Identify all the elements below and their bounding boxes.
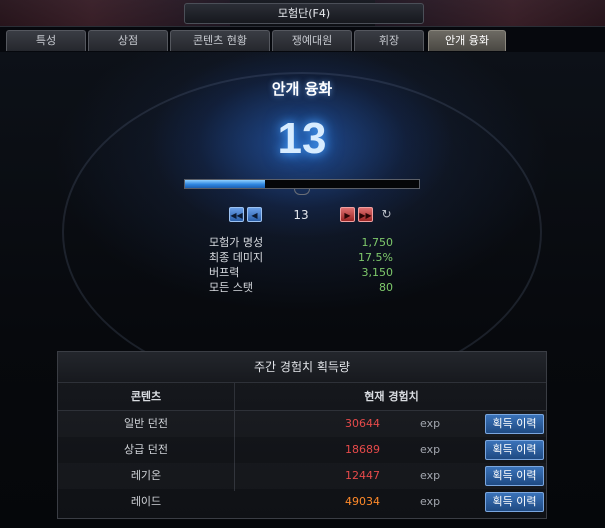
tab-emblem[interactable]: 휘장 (354, 30, 424, 51)
level-navigator: ◀◀ ◀ 13 ▶ ▶▶ ↻ (229, 207, 399, 223)
column-header-exp: 현재 경험치 (364, 390, 419, 403)
fusion-stats: 모험가 명성 1,750 최종 데미지 17.5% 버프력 3,150 모든 스… (209, 235, 393, 295)
stat-label: 버프력 (209, 266, 240, 279)
content-name: 레기온 (130, 469, 162, 482)
fusion-level: 13 (277, 114, 327, 163)
column-header-content: 콘텐츠 (130, 390, 162, 403)
window-title: 모험단(F4) (184, 3, 424, 24)
first-level-button[interactable]: ◀◀ (229, 207, 244, 222)
stat-value: 3,150 (361, 266, 394, 279)
content-name: 상급 던전 (124, 443, 168, 456)
stat-value: 1,750 (361, 236, 394, 249)
tab-members[interactable]: 쟁예대원 (272, 30, 352, 51)
content-name: 레이드 (130, 495, 162, 508)
last-level-button[interactable]: ▶▶ (358, 207, 373, 222)
exp-unit: exp (420, 417, 441, 430)
exp-unit: exp (420, 495, 441, 508)
exp-panel-title: 주간 경험치 획득량 (58, 352, 546, 383)
table-row: 일반 던전 30644 exp 획득 이력 (58, 411, 546, 437)
stat-label: 모든 스탯 (209, 281, 253, 294)
tab-shop[interactable]: 상점 (88, 30, 168, 51)
tab-mist-fusion[interactable]: 안개 융화 (428, 30, 506, 51)
exp-value: 30644 (345, 417, 380, 430)
stat-label: 모험가 명성 (209, 236, 264, 249)
table-row: 상급 던전 18689 exp 획득 이력 (58, 437, 546, 463)
fusion-progress-bar (184, 179, 420, 189)
title-bar: 모험단(F4) (0, 0, 605, 27)
history-button[interactable]: 획득 이력 (485, 466, 544, 486)
exp-unit: exp (420, 443, 441, 456)
tab-traits[interactable]: 특성 (6, 30, 86, 51)
history-button[interactable]: 획득 이력 (485, 492, 544, 512)
exp-value: 12447 (345, 469, 380, 482)
refresh-icon[interactable]: ↻ (379, 207, 394, 222)
next-level-button[interactable]: ▶ (340, 207, 355, 222)
exp-table-body: 일반 던전 30644 exp 획득 이력 상급 던전 18689 exp 획득… (58, 411, 546, 515)
content-name: 일반 던전 (124, 417, 168, 430)
stat-value: 17.5% (358, 251, 393, 264)
stat-label: 최종 데미지 (209, 251, 264, 264)
exp-value: 18689 (345, 443, 380, 456)
exp-unit: exp (420, 469, 441, 482)
history-button[interactable]: 획득 이력 (485, 440, 544, 460)
nav-level-value: 13 (293, 208, 309, 222)
fusion-progress-fill (185, 180, 265, 188)
stat-row: 버프력 3,150 (209, 265, 393, 280)
table-row: 레기온 12447 exp 획득 이력 (58, 463, 546, 489)
weekly-exp-panel: 주간 경험치 획득량 콘텐츠 현재 경험치 일반 던전 30644 exp 획득… (57, 351, 547, 519)
tab-bar: 특성 상점 콘텐츠 현황 쟁예대원 휘장 안개 융화 (0, 30, 605, 52)
stat-row: 최종 데미지 17.5% (209, 250, 393, 265)
stat-value: 80 (379, 281, 393, 294)
exp-value: 49034 (345, 495, 380, 508)
history-button[interactable]: 획득 이력 (485, 414, 544, 434)
exp-table-header: 콘텐츠 현재 경험치 (58, 383, 546, 411)
stat-row: 모험가 명성 1,750 (209, 235, 393, 250)
prev-level-button[interactable]: ◀ (247, 207, 262, 222)
tab-content-status[interactable]: 콘텐츠 현황 (170, 30, 270, 51)
table-row: 레이드 49034 exp 획득 이력 (58, 489, 546, 515)
fusion-title: 안개 융화 (271, 80, 333, 98)
stat-row: 모든 스탯 80 (209, 280, 393, 295)
